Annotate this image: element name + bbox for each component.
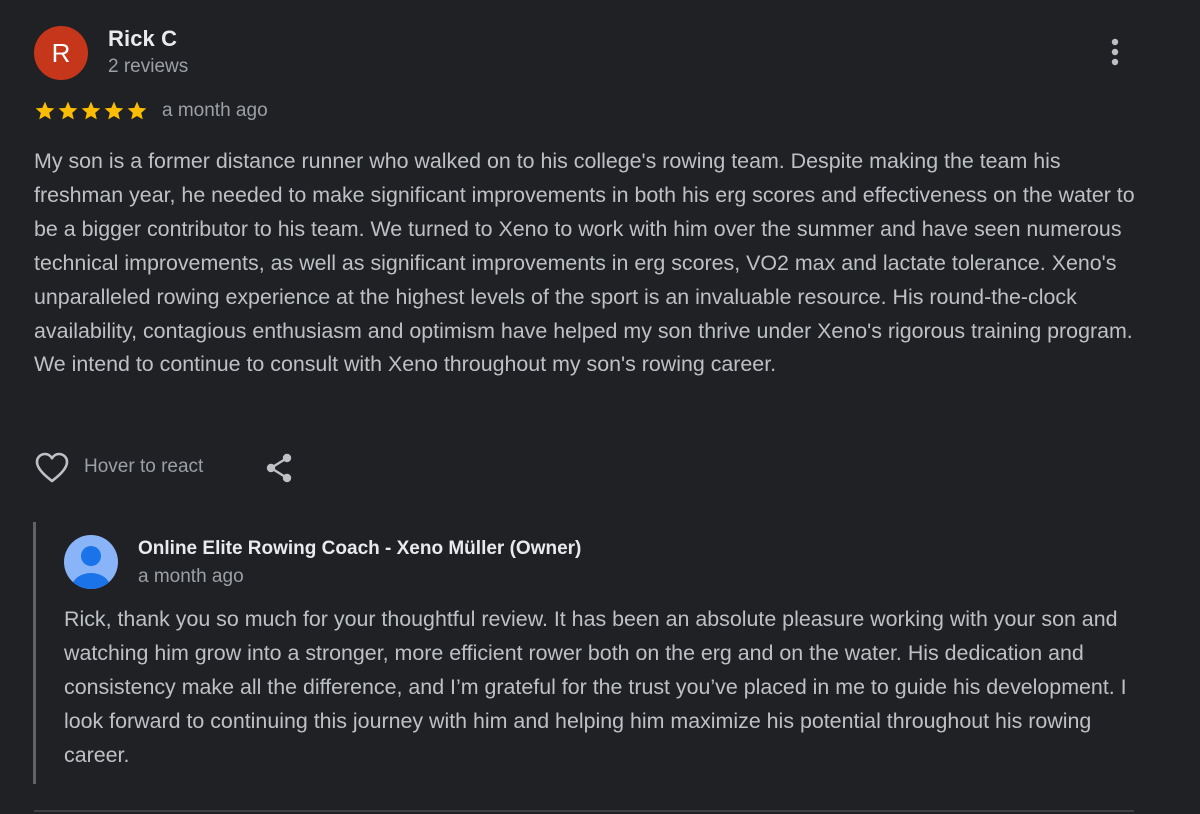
star-icon — [104, 101, 124, 120]
review-card: R Rick C 2 reviews a month ago My son is… — [0, 0, 1200, 814]
heart-icon — [35, 452, 69, 483]
star-icon — [35, 101, 55, 120]
bottom-divider — [34, 810, 1134, 812]
react-button[interactable] — [34, 451, 70, 485]
more-options-button[interactable] — [1100, 34, 1130, 70]
reviewer-review-count[interactable]: 2 reviews — [108, 56, 188, 78]
star-icon — [81, 101, 101, 120]
review-time: a month ago — [162, 100, 268, 121]
reviewer-avatar[interactable]: R — [34, 26, 88, 80]
owner-name[interactable]: Online Elite Rowing Coach - Xeno Müller … — [138, 538, 581, 560]
share-button[interactable] — [262, 450, 298, 486]
review-text: My son is a former distance runner who w… — [34, 149, 1135, 377]
star-rating — [34, 100, 148, 124]
share-icon — [266, 453, 292, 483]
owner-reply-divider — [33, 522, 36, 784]
owner-reply-text: Rick, thank you so much for your thought… — [64, 607, 1127, 767]
star-icon — [58, 101, 78, 120]
person-icon — [64, 535, 118, 589]
reviewer-name[interactable]: Rick C — [108, 26, 177, 52]
star-icon — [127, 101, 147, 120]
owner-reply-time: a month ago — [138, 566, 244, 587]
owner-avatar[interactable] — [64, 535, 118, 589]
more-vertical-icon — [1111, 38, 1119, 66]
hover-to-react-label: Hover to react — [84, 456, 204, 477]
